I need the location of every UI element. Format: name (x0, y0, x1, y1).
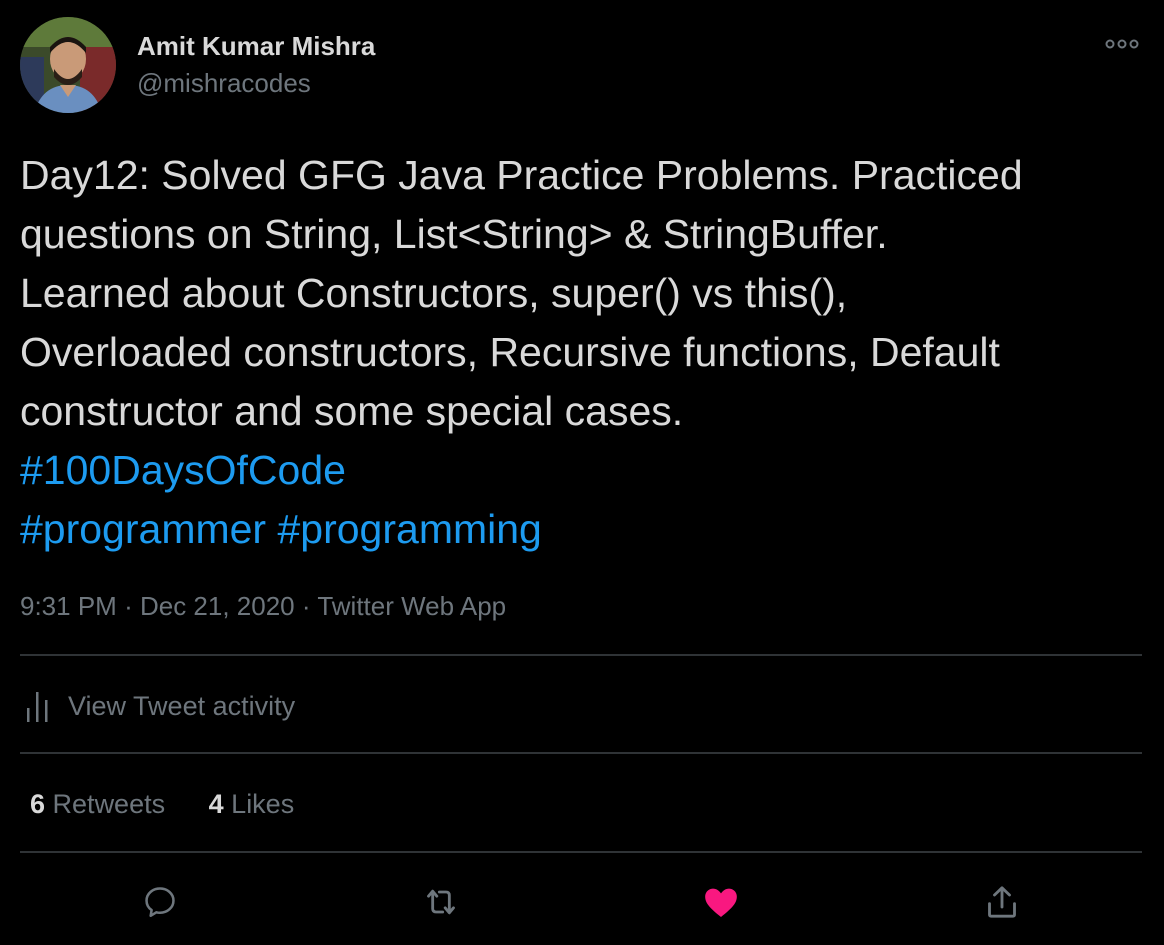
tweet-time[interactable]: 9:31 PM (20, 591, 117, 621)
likes-label: Likes (231, 789, 295, 819)
bar-chart-icon (27, 692, 48, 722)
retweet-button[interactable] (419, 880, 463, 924)
hashtag-line: #100DaysOfCode (20, 441, 1140, 500)
more-options-icon[interactable] (1104, 34, 1140, 54)
retweets-stat[interactable]: 6 Retweets (30, 789, 165, 819)
share-button[interactable] (980, 880, 1024, 924)
tweet-text-line: Day12: Solved GFG Java Practice Problems… (20, 152, 1023, 198)
tweet-text: Day12: Solved GFG Java Practice Problems… (20, 146, 1140, 559)
meta-separator: · (301, 591, 311, 621)
share-icon (988, 886, 1016, 918)
divider (20, 654, 1142, 656)
hashtag-100daysofcode[interactable]: #100DaysOfCode (20, 447, 346, 493)
retweets-label: Retweets (52, 789, 166, 819)
avatar-photo (20, 17, 116, 113)
tweet-stats: 6 Retweets 4 Likes (30, 786, 330, 822)
tweet-source[interactable]: Twitter Web App (317, 591, 506, 621)
hashtag-programming[interactable]: #programming (278, 506, 542, 552)
likes-count: 4 (208, 789, 224, 819)
meta-separator: · (124, 591, 133, 621)
like-button[interactable] (699, 880, 743, 924)
hashtag-programmer[interactable]: #programmer (20, 506, 266, 552)
author-display-name[interactable]: Amit Kumar Mishra (137, 30, 375, 62)
reply-button[interactable] (138, 880, 182, 924)
tweet-text-line: Overloaded constructors, Recursive funct… (20, 329, 1000, 375)
view-tweet-activity-label: View Tweet activity (68, 690, 296, 721)
retweets-count: 6 (30, 789, 46, 819)
divider (20, 851, 1142, 853)
tweet-text-line: Learned about Constructors, super() vs t… (20, 270, 848, 316)
divider (20, 752, 1142, 754)
hashtag-line: #programmer #programming (20, 500, 1140, 559)
reply-icon (145, 887, 175, 918)
avatar[interactable] (20, 17, 116, 113)
author-handle[interactable]: @mishracodes (137, 67, 311, 99)
retweet-icon (427, 889, 455, 915)
tweet-text-line: constructor and some special cases. (20, 388, 684, 434)
likes-stat[interactable]: 4 Likes (209, 789, 295, 819)
tweet-text-line: questions on String, List<String> & Stri… (20, 211, 888, 257)
tweet-meta: 9:31 PM · Dec 21, 2020 · Twitter Web App (20, 588, 506, 624)
view-tweet-activity-link[interactable]: View Tweet activity (24, 686, 295, 726)
tweet-date[interactable]: Dec 21, 2020 (140, 591, 295, 621)
heart-icon (705, 888, 737, 917)
